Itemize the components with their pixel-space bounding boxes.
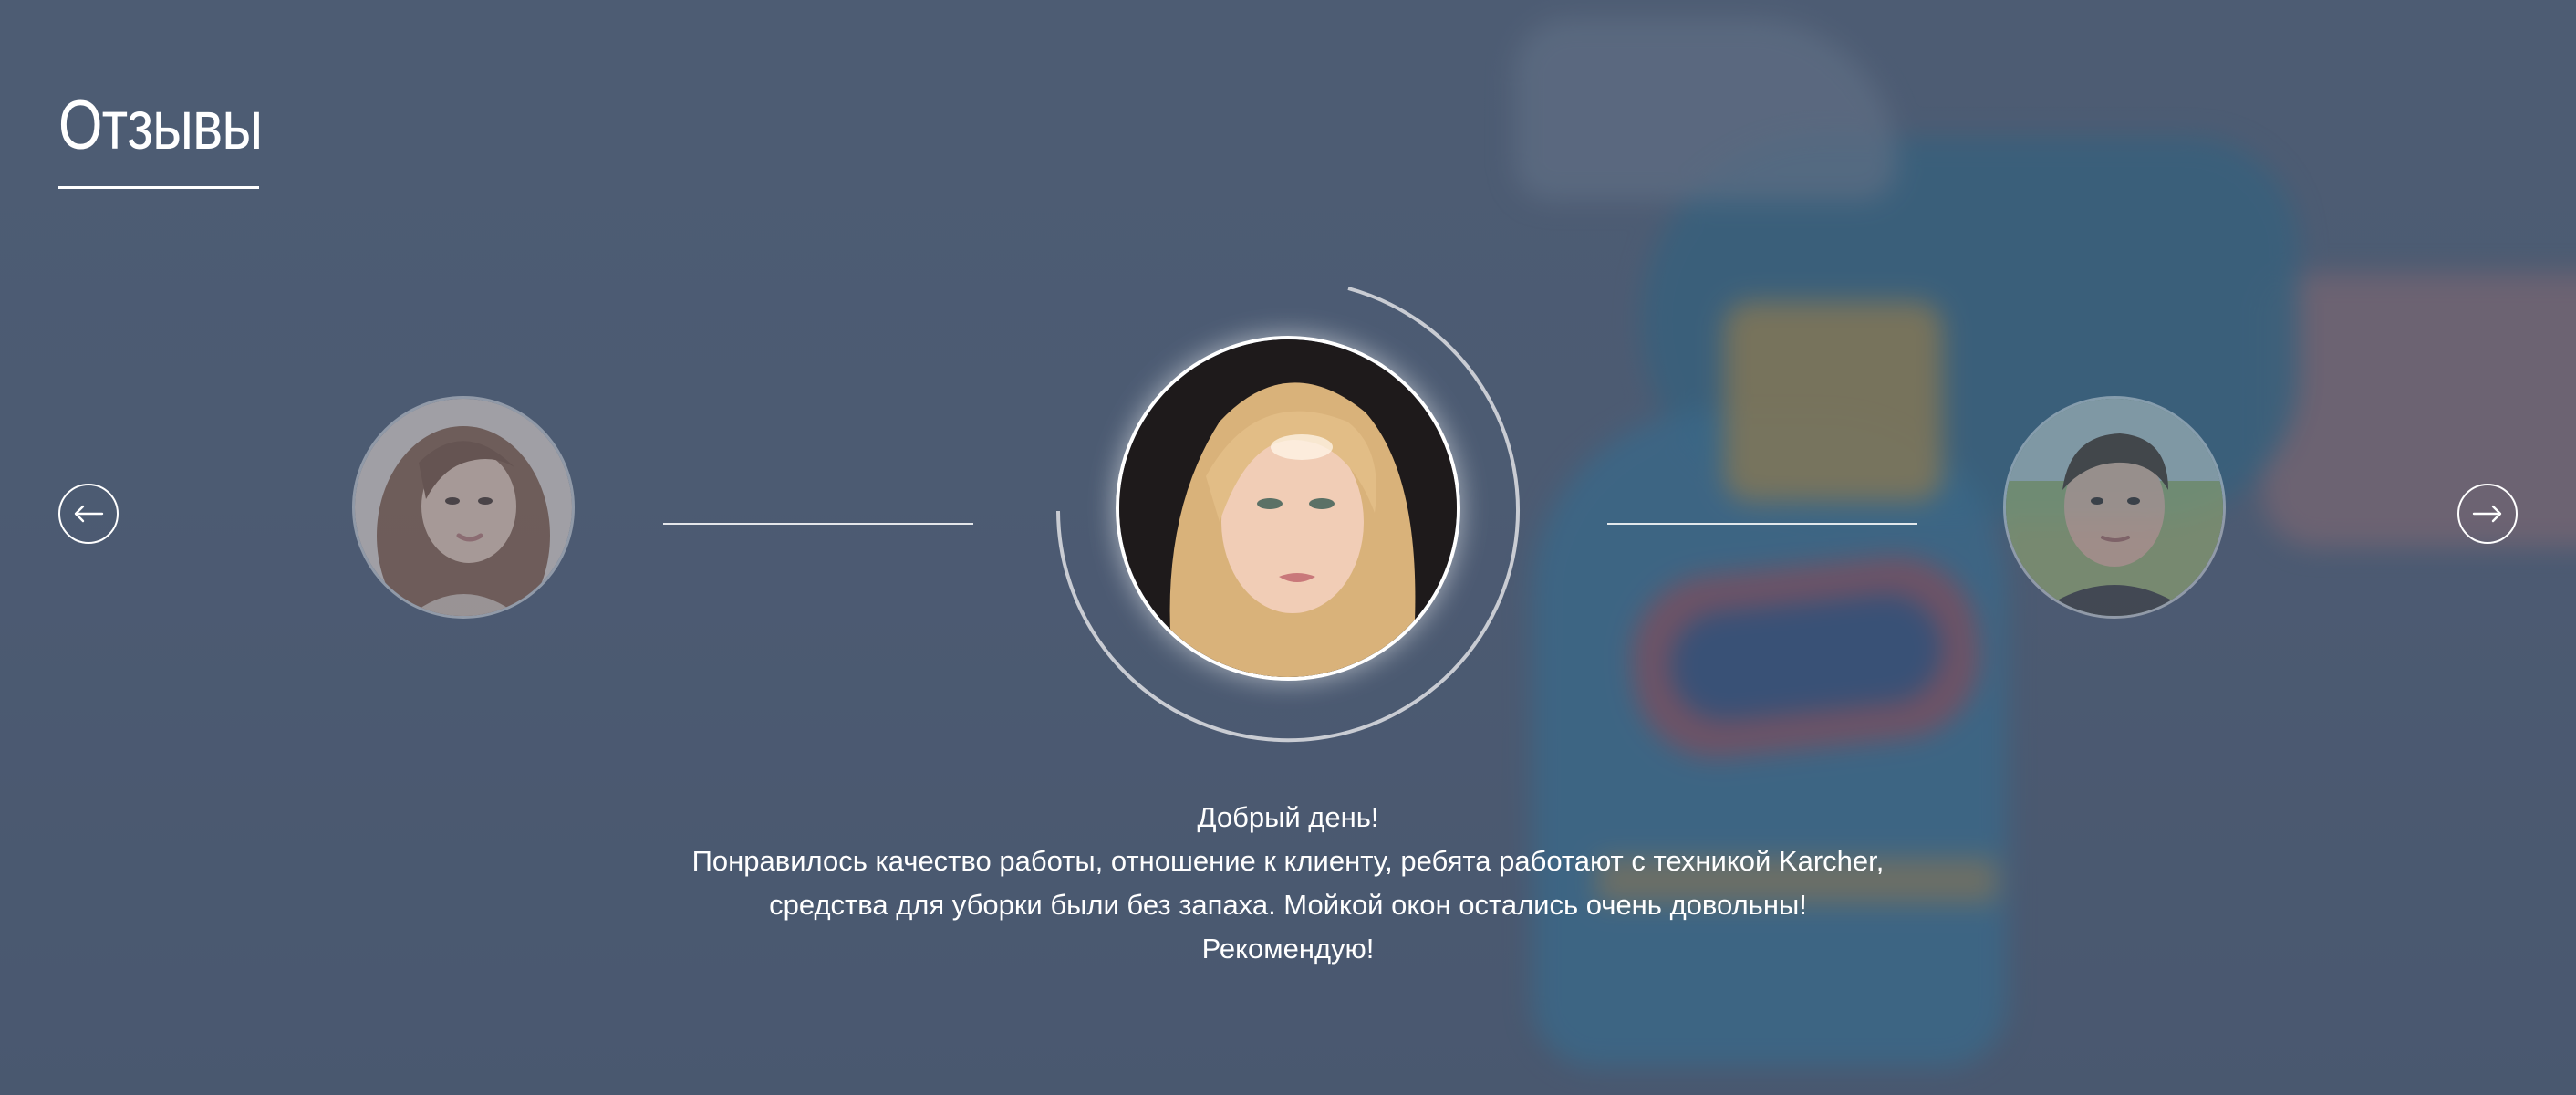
prev-button[interactable] xyxy=(58,484,119,544)
connector-line-right xyxy=(1607,523,1917,525)
review-line: средства для уборки были без запаха. Мой… xyxy=(769,889,1807,921)
reviewer-main-avatar[interactable] xyxy=(1116,336,1460,681)
man-portrait-icon xyxy=(2006,399,2223,616)
woman-portrait-icon xyxy=(1119,339,1457,677)
reviewer-right-avatar[interactable] xyxy=(2003,396,2226,619)
reviews-section: Отзывы Добрый день! Понравилось качество… xyxy=(0,0,2576,1095)
connector-line-left xyxy=(663,523,973,525)
section-title: Отзывы xyxy=(58,87,263,164)
next-button[interactable] xyxy=(2457,484,2518,544)
woman-portrait-icon xyxy=(355,399,572,616)
arrow-left-icon xyxy=(74,505,104,523)
arrow-right-icon xyxy=(2472,505,2502,523)
review-line: Рекомендую! xyxy=(1201,933,1375,965)
reviewer-left-avatar[interactable] xyxy=(352,396,575,619)
title-underline xyxy=(58,186,259,189)
review-text: Добрый день! Понравилось качество работы… xyxy=(558,796,2018,971)
review-line: Понравилось качество работы, отношение к… xyxy=(691,845,1885,877)
review-line: Добрый день! xyxy=(1197,801,1379,833)
